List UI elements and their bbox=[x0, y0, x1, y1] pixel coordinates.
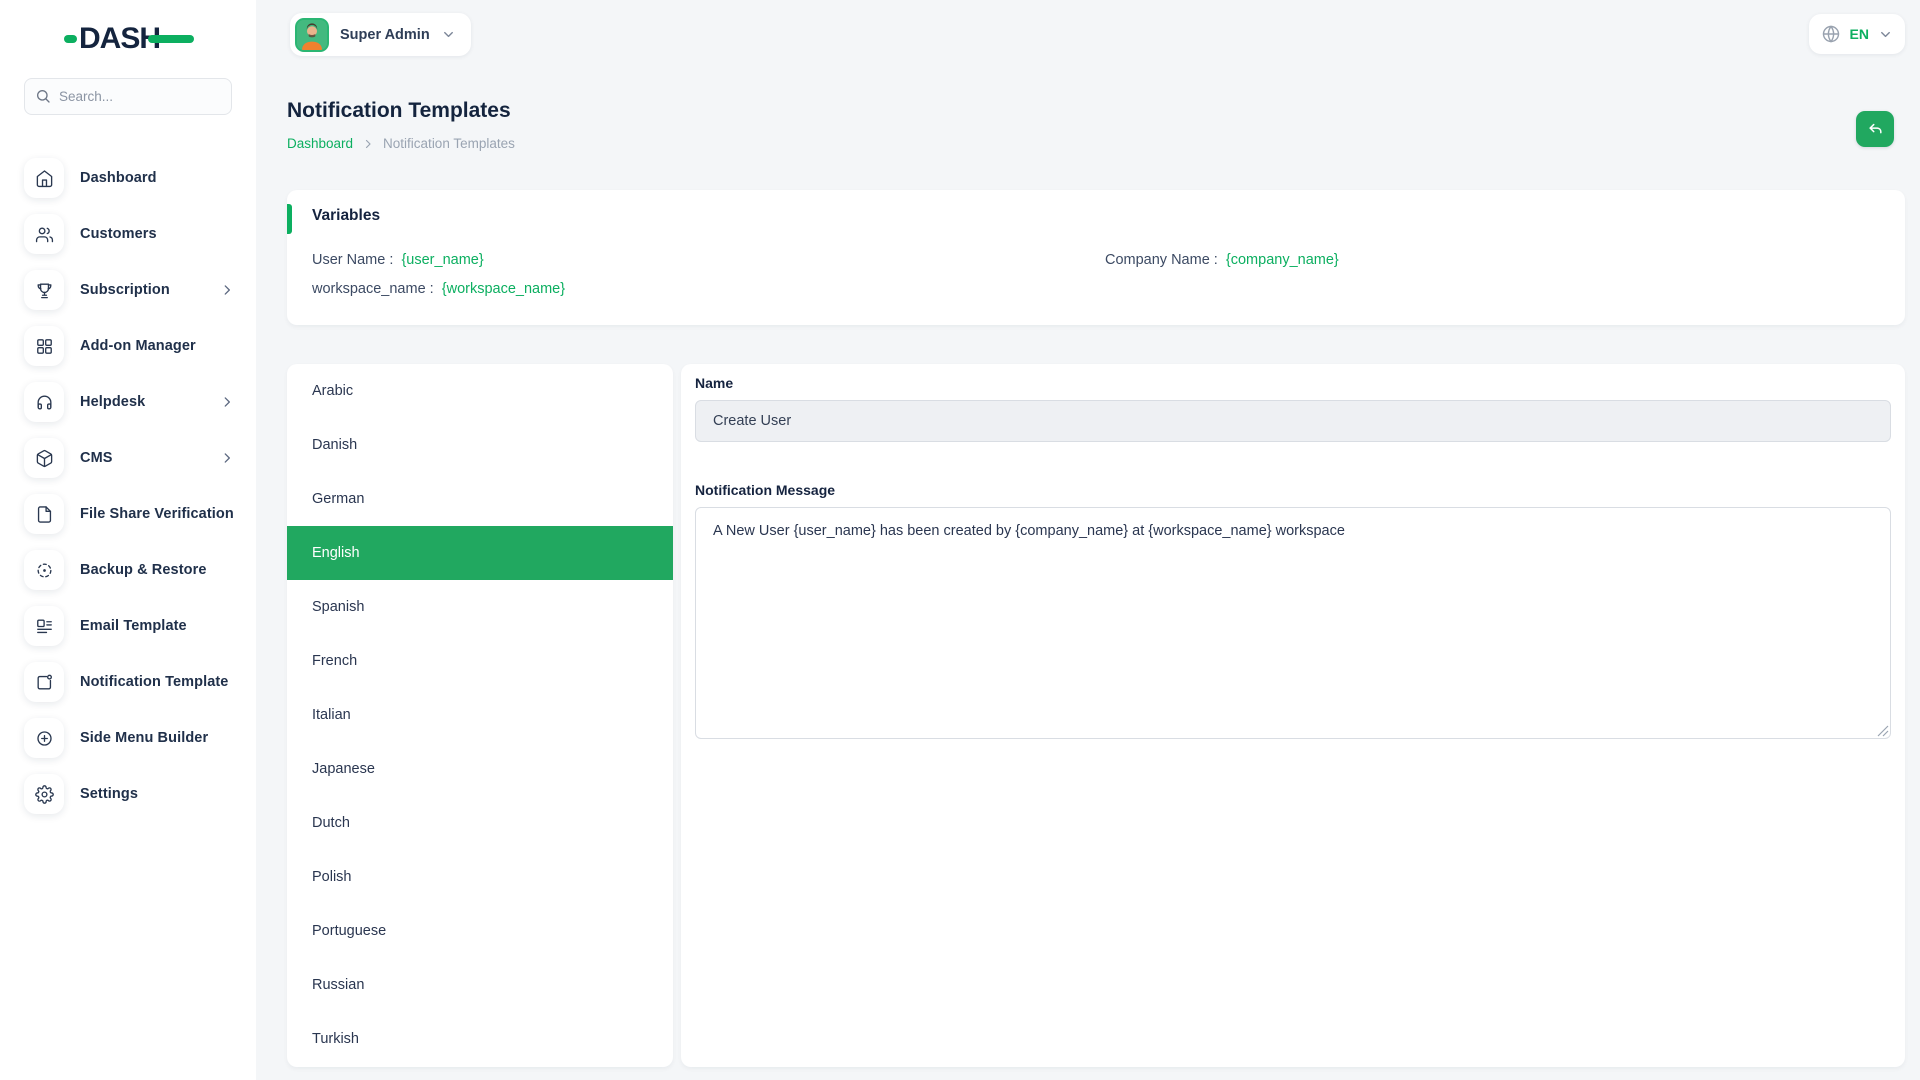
sidebar-item-label: Helpdesk bbox=[80, 394, 146, 410]
sidebar-item-label: File Share Verification bbox=[80, 506, 234, 522]
name-field-label: Name bbox=[695, 375, 734, 391]
sidebar-item-label: Add-on Manager bbox=[80, 338, 196, 354]
sidebar-item-addon-manager[interactable]: Add-on Manager bbox=[0, 318, 256, 374]
sidebar-item-label: Dashboard bbox=[80, 170, 157, 186]
dash-logo: DASH bbox=[64, 16, 194, 58]
sidebar-search bbox=[24, 78, 232, 115]
sidebar-item-side-menu-builder[interactable]: Side Menu Builder bbox=[0, 710, 256, 766]
language-item-arabic[interactable]: Arabic bbox=[287, 364, 673, 418]
chevron-right-icon bbox=[224, 453, 230, 463]
users-icon bbox=[24, 214, 64, 254]
search-input[interactable] bbox=[24, 78, 232, 115]
language-selector[interactable]: EN bbox=[1808, 14, 1905, 54]
user-menu[interactable]: Super Admin bbox=[290, 13, 471, 56]
breadcrumb-current: Notification Templates bbox=[383, 136, 515, 151]
variable-workspace-name: workspace_name : {workspace_name} bbox=[312, 281, 566, 297]
notification-templates-page: DASH Dashboard Customers bbox=[0, 0, 1920, 1080]
language-item-russian[interactable]: Russian bbox=[287, 958, 673, 1012]
template-form-card: Name Notification Message A New User {us… bbox=[681, 364, 1905, 1067]
sidebar-item-backup-restore[interactable]: Backup & Restore bbox=[0, 542, 256, 598]
notification-template-icon bbox=[24, 662, 64, 702]
variable-company-name: Company Name : {company_name} bbox=[1105, 252, 1339, 268]
gear-icon bbox=[24, 774, 64, 814]
language-item-german[interactable]: German bbox=[287, 472, 673, 526]
language-item-french[interactable]: French bbox=[287, 634, 673, 688]
breadcrumb: Dashboard Notification Templates bbox=[287, 136, 515, 151]
sidebar-item-dashboard[interactable]: Dashboard bbox=[0, 150, 256, 206]
language-item-polish[interactable]: Polish bbox=[287, 850, 673, 904]
chevron-right-icon bbox=[365, 139, 371, 148]
sidebar-item-label: Settings bbox=[80, 786, 138, 802]
home-icon bbox=[24, 158, 64, 198]
trophy-icon bbox=[24, 270, 64, 310]
sidebar-item-cms[interactable]: CMS bbox=[0, 430, 256, 486]
sidebar-item-helpdesk[interactable]: Helpdesk bbox=[0, 374, 256, 430]
sidebar-item-label: Notification Template bbox=[80, 674, 229, 690]
chevron-right-icon bbox=[224, 285, 230, 295]
template-name-input[interactable] bbox=[695, 400, 1891, 442]
sidebar-item-customers[interactable]: Customers bbox=[0, 206, 256, 262]
message-field-label: Notification Message bbox=[695, 482, 836, 498]
package-icon bbox=[24, 438, 64, 478]
chevron-right-icon bbox=[224, 397, 230, 407]
language-item-turkish[interactable]: Turkish bbox=[287, 1012, 673, 1066]
sidebar-item-notification-template[interactable]: Notification Template bbox=[0, 654, 256, 710]
sidebar-item-label: Subscription bbox=[80, 282, 170, 298]
language-item-danish[interactable]: Danish bbox=[287, 418, 673, 472]
globe-icon bbox=[1822, 25, 1839, 43]
variables-card: Variables User Name : {user_name} Compan… bbox=[287, 190, 1905, 325]
headset-icon bbox=[24, 382, 64, 422]
svg-text:DASH: DASH bbox=[79, 22, 160, 55]
variables-card-title: Variables bbox=[312, 207, 381, 224]
sidebar-item-label: CMS bbox=[80, 450, 113, 466]
undo-arrow-icon bbox=[1868, 123, 1882, 133]
sidebar-item-file-share-verification[interactable]: File Share Verification bbox=[0, 486, 256, 542]
avatar bbox=[295, 17, 329, 52]
variable-user-name: User Name : {user_name} bbox=[312, 252, 484, 268]
layout-icon bbox=[24, 606, 64, 646]
page-title: Notification Templates bbox=[287, 99, 511, 122]
card-accent-bar bbox=[287, 204, 292, 234]
language-item-dutch[interactable]: Dutch bbox=[287, 796, 673, 850]
search-icon bbox=[37, 90, 50, 103]
file-icon bbox=[24, 494, 64, 534]
language-code-label: EN bbox=[1849, 26, 1869, 42]
language-item-english-selected[interactable]: English bbox=[287, 526, 673, 580]
sidebar-item-email-template[interactable]: Email Template bbox=[0, 598, 256, 654]
language-item-italian[interactable]: Italian bbox=[287, 688, 673, 742]
sidebar-item-settings[interactable]: Settings bbox=[0, 766, 256, 822]
language-item-spanish[interactable]: Spanish bbox=[287, 580, 673, 634]
sidebar-item-label: Email Template bbox=[80, 618, 187, 634]
chevron-down-icon bbox=[1881, 31, 1890, 37]
sidebar-item-label: Side Menu Builder bbox=[80, 730, 209, 746]
sidebar-item-subscription[interactable]: Subscription bbox=[0, 262, 256, 318]
language-list: Arabic Danish German English Spanish Fre… bbox=[287, 364, 673, 1067]
sidebar-item-label: Customers bbox=[80, 226, 157, 242]
notification-message-textarea[interactable]: A New User {user_name} has been created … bbox=[695, 507, 1891, 739]
user-role-label: Super Admin bbox=[340, 26, 430, 43]
breadcrumb-dashboard-link[interactable]: Dashboard bbox=[287, 136, 353, 151]
backup-icon bbox=[24, 550, 64, 590]
chevron-down-icon bbox=[443, 31, 453, 38]
sidebar-nav: Dashboard Customers Subscription Add-on … bbox=[0, 150, 256, 822]
plus-circle-icon bbox=[24, 718, 64, 758]
sidebar-item-label: Backup & Restore bbox=[80, 562, 207, 578]
language-item-portuguese[interactable]: Portuguese bbox=[287, 904, 673, 958]
back-button[interactable] bbox=[1856, 111, 1894, 147]
sidebar: DASH Dashboard Customers bbox=[0, 0, 256, 1080]
language-item-japanese[interactable]: Japanese bbox=[287, 742, 673, 796]
grid-icon bbox=[24, 326, 64, 366]
